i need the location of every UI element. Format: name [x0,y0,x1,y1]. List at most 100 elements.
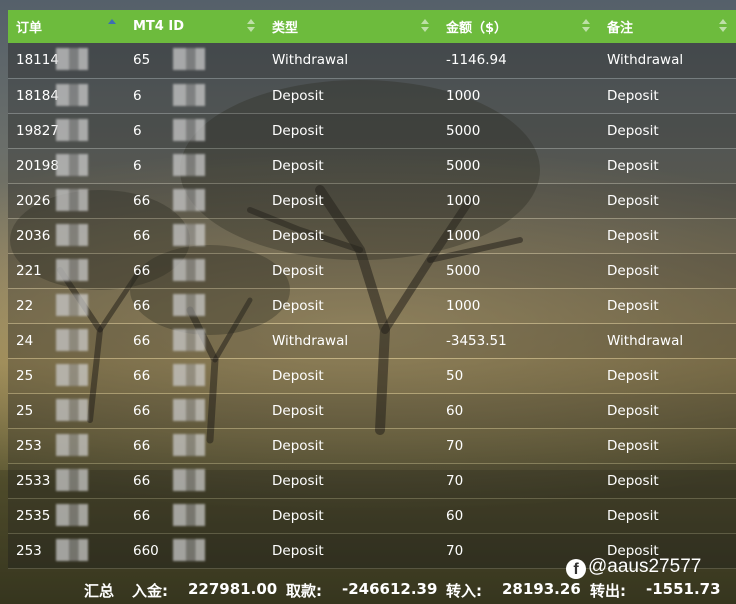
order-cell: 2036 [8,218,125,253]
table-row[interactable]: 25 66 Deposit 60 Deposit [8,393,736,428]
redaction-mosaic [56,328,88,351]
note-cell: Deposit [607,472,659,489]
redaction-mosaic [173,538,205,561]
summary-label: 汇总 [84,582,115,600]
redaction-mosaic [56,503,88,526]
redaction-mosaic [173,328,205,351]
mt4-id-cell: 66 [125,463,264,498]
column-header-type[interactable]: 类型 [264,10,438,43]
type-cell: Deposit [272,367,324,384]
redaction-mosaic [173,83,205,106]
amount-cell: 60 [446,507,464,524]
note-cell: Deposit [607,507,659,524]
mt4-id-cell: 66 [125,323,264,358]
table-row[interactable]: 20198 6 Deposit 5000 Deposit [8,148,736,183]
table-row[interactable]: 2533 66 Deposit 70 Deposit [8,463,736,498]
column-header-note[interactable]: 备注 [599,10,736,43]
amount-cell: -1146.94 [446,52,507,69]
redaction-mosaic [56,118,88,141]
amount-cell: 1000 [446,87,481,104]
column-header-order[interactable]: 订单 [8,10,125,43]
note-cell: Deposit [607,227,659,244]
table-row[interactable]: 18184 6 Deposit 1000 Deposit [8,78,736,113]
amount-cell: -3453.51 [446,332,507,349]
redaction-mosaic [56,398,88,421]
amount-cell: 70 [446,472,464,489]
table-row[interactable]: 2026 66 Deposit 1000 Deposit [8,183,736,218]
sort-icon[interactable] [421,19,429,33]
mt4-id-cell: 66 [125,393,264,428]
mt4-id-cell: 65 [125,43,264,78]
amount-cell: 50 [446,367,464,384]
mt4-id-cell: 66 [125,358,264,393]
redaction-mosaic [173,293,205,316]
redaction-mosaic [173,258,205,281]
sort-icon[interactable] [247,19,255,33]
table-row[interactable]: 2036 66 Deposit 1000 Deposit [8,218,736,253]
transfer-out-label: 转出: [590,582,626,600]
type-cell: Deposit [272,227,324,244]
withdraw-total: -246612.39 [342,580,438,598]
note-cell: Deposit [607,402,659,419]
note-cell: Deposit [607,262,659,279]
type-cell: Deposit [272,472,324,489]
sort-icon[interactable] [719,19,727,33]
type-cell: Deposit [272,87,324,104]
amount-cell: 5000 [446,262,481,279]
order-cell: 18114 [8,43,125,78]
order-cell: 24 [8,323,125,358]
table-row[interactable]: 24 66 Withdrawal -3453.51 Withdrawal [8,323,736,358]
transfer-in-label: 转入: [446,582,482,600]
order-cell: 18184 [8,78,125,113]
redaction-mosaic [173,503,205,526]
watermark: f @aaus27577 [566,556,701,579]
redaction-mosaic [173,118,205,141]
type-cell: Deposit [272,262,324,279]
redaction-mosaic [56,48,88,71]
order-cell: 253 [8,428,125,463]
mt4-id-cell: 66 [125,253,264,288]
watermark-text: @aaus27577 [588,556,702,577]
table-row[interactable]: 253 66 Deposit 70 Deposit [8,428,736,463]
redaction-mosaic [173,223,205,246]
mt4-id-cell: 66 [125,428,264,463]
order-cell: 19827 [8,113,125,148]
amount-cell: 1000 [446,192,481,209]
type-cell: Withdrawal [272,332,349,349]
mt4-id-cell: 660 [125,533,264,568]
sort-icon[interactable] [582,19,590,33]
redaction-mosaic [56,83,88,106]
amount-cell: 70 [446,437,464,454]
table-row[interactable]: 19827 6 Deposit 5000 Deposit [8,113,736,148]
redaction-mosaic [56,433,88,456]
redaction-mosaic [173,433,205,456]
table-body: 18114 65 Withdrawal -1146.94 Withdrawal 18184… [8,43,736,568]
type-cell: Deposit [272,157,324,174]
table-row[interactable]: 221 66 Deposit 5000 Deposit [8,253,736,288]
sort-asc-icon[interactable] [108,19,116,33]
note-cell: Deposit [607,157,659,174]
column-header-amount[interactable]: 金额（$） [438,10,599,43]
amount-cell: 1000 [446,227,481,244]
table-row[interactable]: 2535 66 Deposit 60 Deposit [8,498,736,533]
mt4-id-cell: 6 [125,148,264,183]
type-cell: Deposit [272,122,324,139]
facebook-icon: f [566,559,586,579]
table-row[interactable]: 18114 65 Withdrawal -1146.94 Withdrawal [8,43,736,78]
mt4-id-cell: 6 [125,113,264,148]
mt4-id-cell: 66 [125,218,264,253]
redaction-mosaic [56,153,88,176]
amount-cell: 5000 [446,122,481,139]
transaction-table: 订单 MT4 ID 类型 金额（$） 备注 18114 65 Withdrawal -… [8,10,736,569]
transfer-out-total: -1551.73 [646,580,721,598]
type-cell: Deposit [272,542,324,559]
mt4-id-cell: 66 [125,288,264,323]
deposit-total: 227981.00 [188,580,278,598]
table-row[interactable]: 25 66 Deposit 50 Deposit [8,358,736,393]
type-cell: Deposit [272,437,324,454]
table-row[interactable]: 22 66 Deposit 1000 Deposit [8,288,736,323]
deposit-label: 入金: [132,582,168,600]
mt4-id-cell: 66 [125,183,264,218]
column-header-mt4-id[interactable]: MT4 ID [125,10,264,43]
redaction-mosaic [173,398,205,421]
